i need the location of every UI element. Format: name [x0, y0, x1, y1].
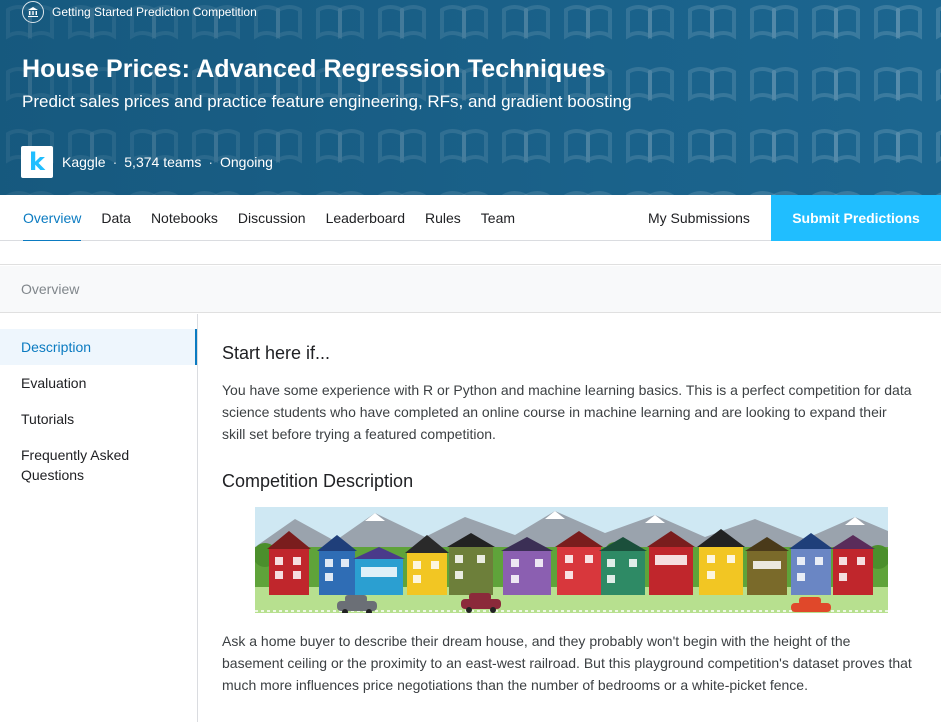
my-submissions-link[interactable]: My Submissions — [648, 195, 750, 241]
breadcrumb-bar: Overview — [0, 266, 941, 313]
host-name[interactable]: Kaggle — [62, 154, 106, 170]
competition-nav: Overview Data Notebooks Discussion Leade… — [0, 195, 941, 242]
sidebar-item-tutorials[interactable]: Tutorials — [0, 409, 197, 429]
competition-type: Getting Started Prediction Competition — [22, 1, 257, 23]
overview-sidebar: Description Evaluation Tutorials Frequen… — [0, 314, 198, 722]
competition-subtitle: Predict sales prices and practice featur… — [22, 92, 632, 111]
separator-dot: · — [208, 154, 213, 170]
submit-predictions-button[interactable]: Submit Predictions — [771, 195, 941, 241]
start-here-heading: Start here if... — [222, 343, 331, 363]
houses-banner-image — [255, 507, 888, 613]
tab-discussion[interactable]: Discussion — [228, 195, 316, 241]
tab-rules[interactable]: Rules — [415, 195, 471, 241]
competition-header: Getting Started Prediction Competition H… — [0, 0, 941, 195]
tab-overview[interactable]: Overview — [13, 195, 91, 242]
competition-description-heading: Competition Description — [222, 471, 414, 491]
sidebar-item-evaluation[interactable]: Evaluation — [0, 373, 197, 393]
team-count[interactable]: 5,374 teams — [124, 154, 201, 170]
competition-status: Ongoing — [220, 154, 273, 170]
nav-tabs: Overview Data Notebooks Discussion Leade… — [13, 195, 525, 242]
tab-team[interactable]: Team — [471, 195, 525, 241]
institution-icon — [22, 1, 44, 23]
tab-leaderboard[interactable]: Leaderboard — [316, 195, 415, 241]
sidebar-item-description[interactable]: Description — [0, 329, 197, 365]
kaggle-logo[interactable]: k — [21, 146, 53, 178]
competition-title: House Prices: Advanced Regression Techni… — [22, 55, 606, 83]
breadcrumb: Overview — [21, 281, 80, 297]
competition-description-text: Ask a home buyer to describe their dream… — [222, 633, 912, 693]
competition-meta: k Kaggle · 5,374 teams · Ongoing — [21, 146, 273, 178]
section-spacer — [0, 241, 941, 265]
sidebar-item-faq[interactable]: Frequently Asked Questions — [0, 445, 150, 485]
separator-dot: · — [112, 154, 118, 170]
competition-type-label: Getting Started Prediction Competition — [52, 5, 257, 19]
tab-data[interactable]: Data — [91, 195, 141, 241]
tab-notebooks[interactable]: Notebooks — [141, 195, 228, 241]
start-here-text: You have some experience with R or Pytho… — [222, 382, 912, 442]
